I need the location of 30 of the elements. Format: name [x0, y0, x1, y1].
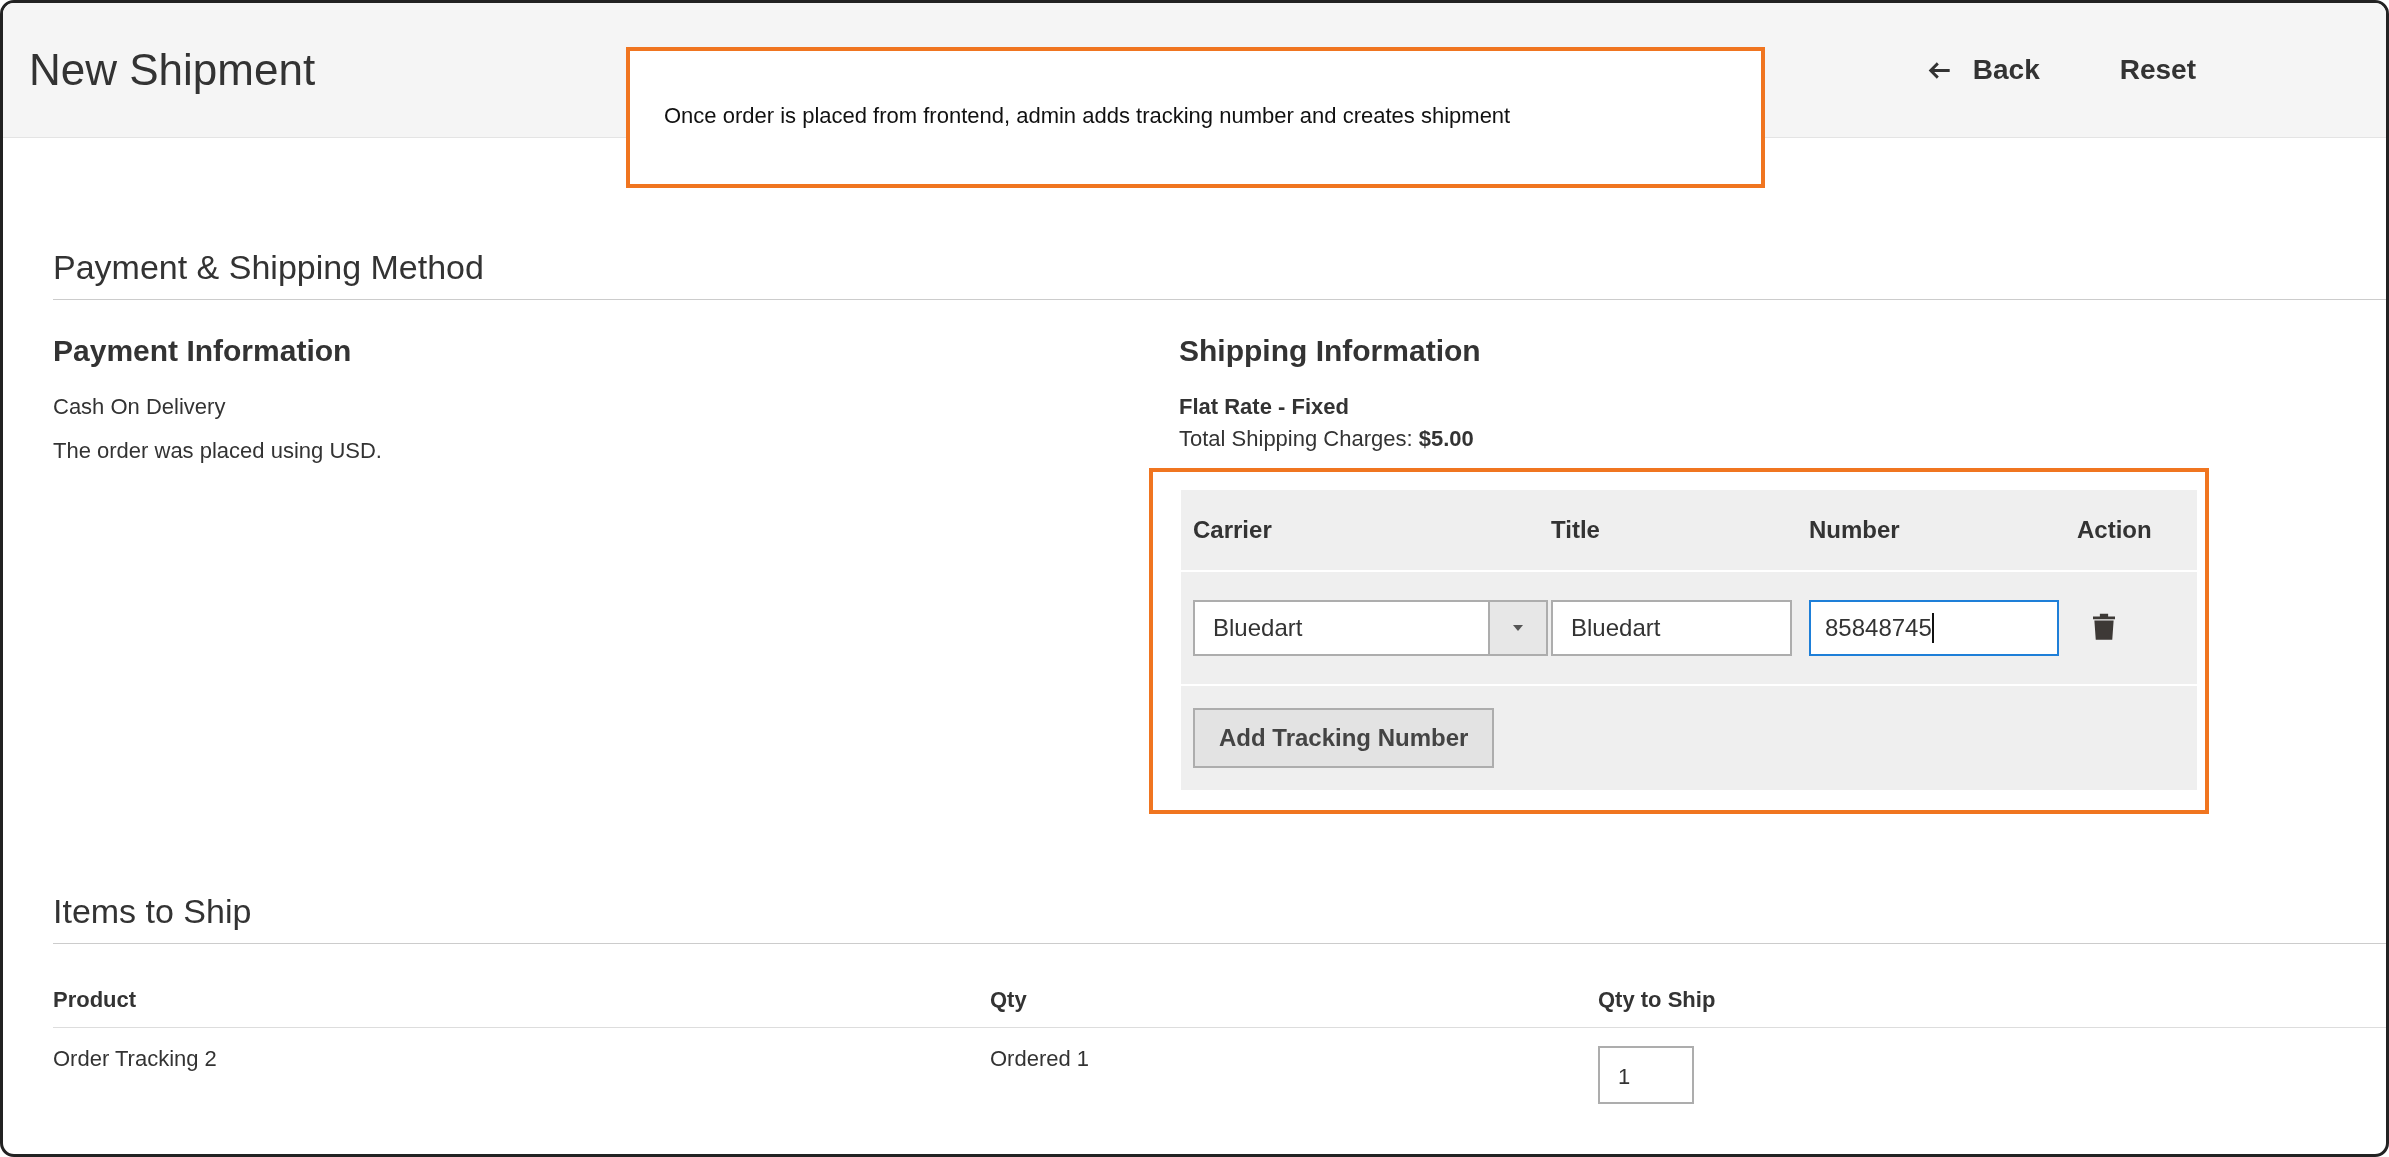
payment-text: The order was placed using USD. [53, 438, 383, 464]
page-title: New Shipment [29, 45, 316, 95]
back-button[interactable]: Back [1926, 50, 2040, 90]
add-tracking-button[interactable]: Add Tracking Number [1193, 708, 1495, 768]
column-header: Qty [990, 987, 1028, 1013]
number-field[interactable]: 85848745 [1809, 600, 2059, 656]
column-header: Action [2077, 516, 2153, 544]
column-header: Number [1809, 516, 1901, 544]
shipping-method: Flat Rate - Fixed [1179, 394, 1350, 420]
reset-button[interactable]: Reset [2119, 50, 2196, 90]
carrier-select[interactable]: Bluedart [1193, 600, 1548, 656]
section-heading: Payment Information [53, 334, 353, 368]
charges-value: $5.00 [1418, 426, 1474, 451]
trash-icon[interactable] [2093, 612, 2115, 640]
caret-icon [1513, 625, 1523, 631]
column-header: Qty to Ship [1598, 987, 1717, 1013]
arrow-left-icon [1926, 60, 1951, 80]
annotation-callout: Once order is placed from frontend, admin adds tracking number and creates shipment [626, 47, 1765, 188]
table-cell-text: Ordered 1 [990, 1046, 1091, 1073]
section-heading: Shipping Information [1179, 334, 1482, 368]
column-header: Carrier [1192, 516, 1273, 544]
column-header: Product [53, 987, 138, 1013]
payment-text: Cash On Delivery [53, 394, 227, 420]
table-cell-text: Order Tracking 2 [53, 1046, 218, 1073]
charges-label: Total Shipping Charges: [1179, 426, 1413, 451]
qty-field[interactable]: 1 [1598, 1046, 1694, 1104]
section-title: Payment & Shipping Method [53, 248, 2386, 300]
section-title: Items to Ship [53, 892, 2386, 944]
title-field[interactable]: Bluedart [1551, 600, 1792, 656]
column-header: Title [1551, 516, 1601, 544]
